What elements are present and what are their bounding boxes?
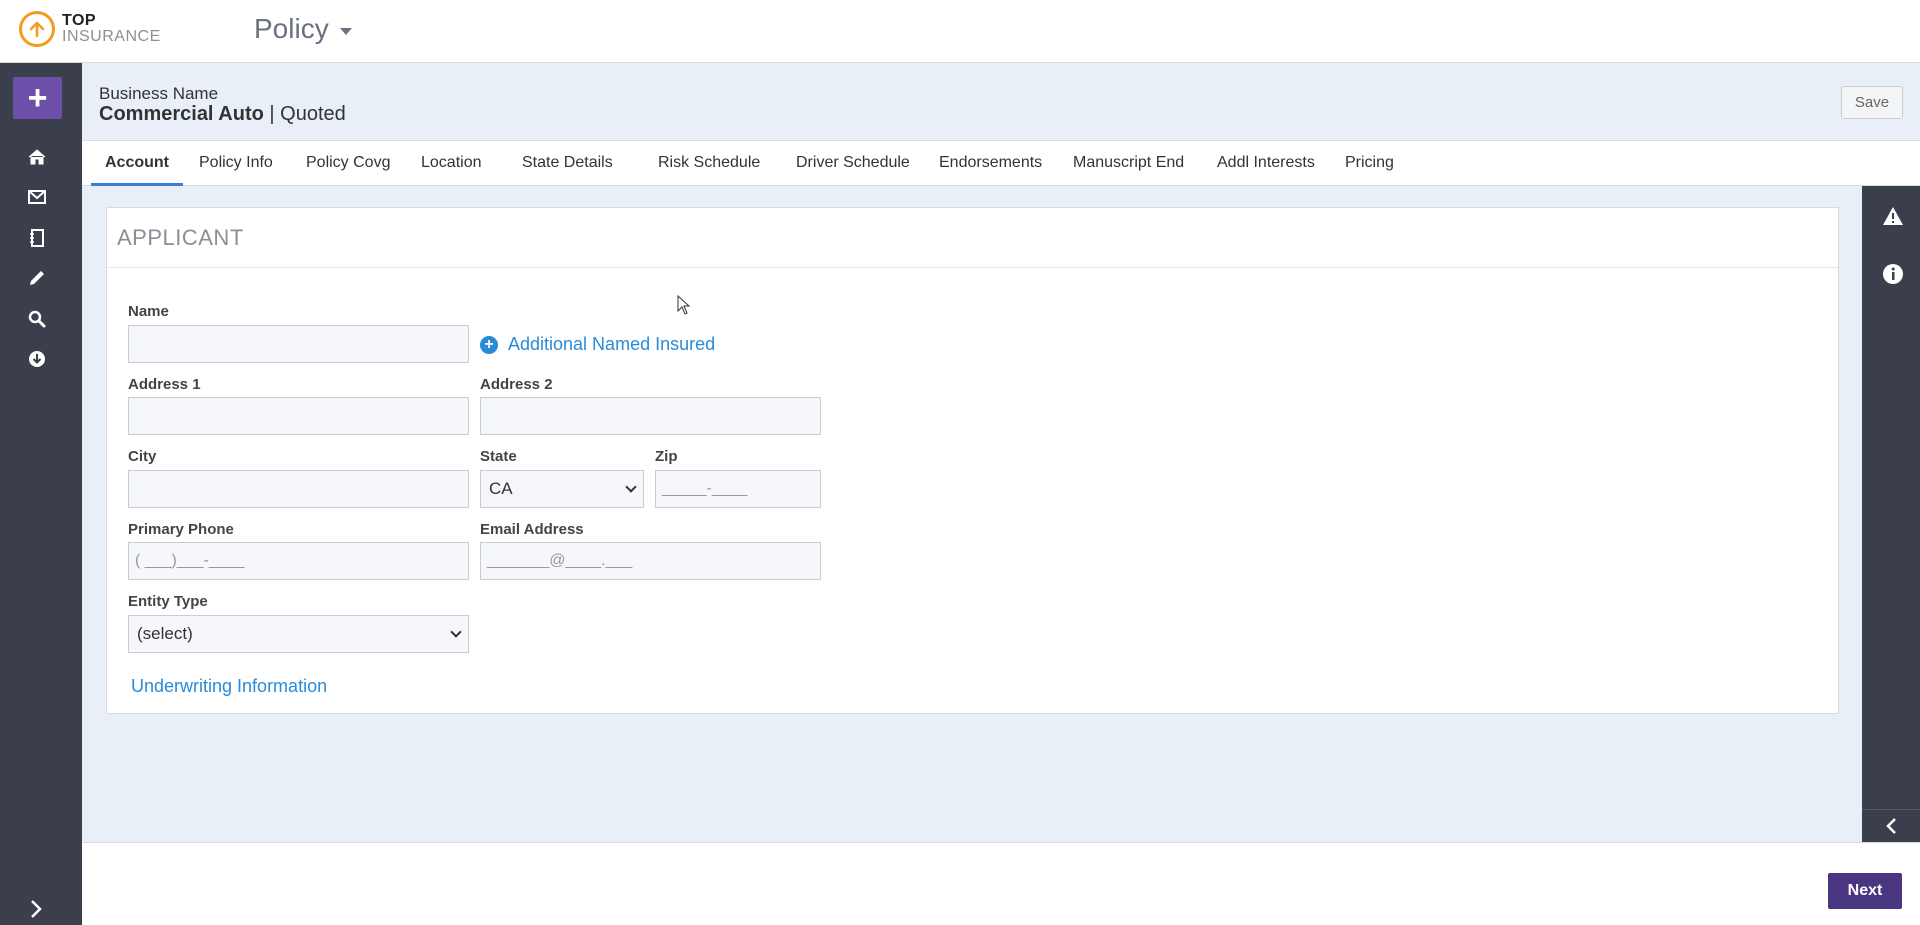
city-label: City bbox=[128, 448, 157, 465]
tab-manuscript-end[interactable]: Manuscript End bbox=[1073, 141, 1184, 186]
tab-endorsements[interactable]: Endorsements bbox=[939, 141, 1042, 186]
state-label: State bbox=[480, 448, 517, 465]
expand-nav-icon[interactable] bbox=[28, 899, 48, 919]
phone-input[interactable]: ( ___)___-____ bbox=[128, 542, 469, 580]
mail-icon[interactable] bbox=[26, 186, 48, 208]
info-icon[interactable] bbox=[1882, 263, 1904, 285]
plus-circle-icon: + bbox=[480, 335, 498, 354]
add-button[interactable]: + bbox=[13, 77, 62, 119]
policy-separator: | bbox=[269, 103, 275, 125]
tab-account[interactable]: Account bbox=[91, 141, 183, 186]
entity-type-select[interactable]: (select) bbox=[128, 615, 469, 653]
tab-driver-schedule[interactable]: Driver Schedule bbox=[796, 141, 910, 186]
tab-policy-covg[interactable]: Policy Covg bbox=[306, 141, 390, 186]
tab-addl-interests[interactable]: Addl Interests bbox=[1217, 141, 1315, 186]
tab-location[interactable]: Location bbox=[421, 141, 482, 186]
chevron-down-icon bbox=[625, 481, 637, 493]
name-input[interactable] bbox=[128, 325, 469, 363]
mouse-cursor-icon bbox=[677, 294, 691, 320]
name-label: Name bbox=[128, 303, 169, 320]
left-nav: + bbox=[0, 63, 82, 925]
entity-type-label: Entity Type bbox=[128, 593, 208, 610]
state-value: CA bbox=[489, 479, 513, 498]
chevron-down-icon bbox=[450, 626, 462, 638]
tab-bar: Account Policy Info Policy Covg Location… bbox=[82, 140, 1920, 186]
pencil-icon[interactable] bbox=[26, 267, 48, 289]
city-input[interactable] bbox=[128, 470, 469, 508]
entity-type-value: (select) bbox=[137, 624, 193, 643]
address1-label: Address 1 bbox=[128, 376, 201, 393]
notebook-icon[interactable] bbox=[26, 227, 48, 249]
additional-named-insured-link[interactable]: + Additional Named Insured bbox=[480, 334, 715, 355]
address2-label: Address 2 bbox=[480, 376, 553, 393]
right-rail bbox=[1862, 186, 1920, 842]
tab-pricing[interactable]: Pricing bbox=[1345, 141, 1394, 186]
address1-input[interactable] bbox=[128, 397, 469, 435]
download-icon[interactable] bbox=[26, 348, 48, 370]
logo-text-top: TOP bbox=[62, 12, 97, 29]
tab-state-details[interactable]: State Details bbox=[522, 141, 613, 186]
collapse-rail-button[interactable] bbox=[1862, 809, 1920, 842]
main-area: Business Name Commercial Auto | Quoted S… bbox=[82, 63, 1920, 842]
email-input[interactable]: _______@____.___ bbox=[480, 542, 821, 580]
zip-label: Zip bbox=[655, 448, 678, 465]
policy-summary: Commercial Auto | Quoted bbox=[99, 103, 346, 126]
logo[interactable]: TOP INSURANCE bbox=[19, 11, 161, 47]
address2-input[interactable] bbox=[480, 397, 821, 435]
warning-icon[interactable] bbox=[1882, 206, 1904, 228]
content-area: APPLICANT Name + Additional Named Insure… bbox=[82, 186, 1862, 842]
tab-policy-info[interactable]: Policy Info bbox=[199, 141, 273, 186]
module-switcher[interactable]: Policy bbox=[254, 13, 352, 45]
state-select[interactable]: CA bbox=[480, 470, 644, 508]
zip-input[interactable]: _____-____ bbox=[655, 470, 821, 508]
panel-divider bbox=[107, 267, 1838, 268]
policy-product: Commercial Auto bbox=[99, 103, 264, 125]
plus-icon: + bbox=[27, 79, 48, 117]
logo-arrow-icon bbox=[19, 11, 55, 47]
business-name: Business Name bbox=[99, 84, 219, 103]
phone-label: Primary Phone bbox=[128, 521, 234, 538]
additional-named-insured-label: Additional Named Insured bbox=[508, 334, 716, 354]
caret-down-icon bbox=[339, 27, 352, 35]
policy-status: Quoted bbox=[280, 103, 346, 125]
logo-text-bottom: INSURANCE bbox=[62, 28, 161, 45]
top-header: TOP INSURANCE Policy bbox=[0, 0, 1920, 63]
panel-title: APPLICANT bbox=[117, 225, 244, 250]
chevron-left-icon bbox=[1886, 818, 1896, 834]
footer: Next bbox=[82, 842, 1920, 925]
underwriting-information-link[interactable]: Underwriting Information bbox=[131, 676, 327, 697]
email-label: Email Address bbox=[480, 521, 584, 538]
save-button[interactable]: Save bbox=[1841, 86, 1903, 119]
search-icon[interactable] bbox=[26, 308, 48, 330]
module-title: Policy bbox=[254, 13, 329, 44]
applicant-panel: APPLICANT Name + Additional Named Insure… bbox=[106, 207, 1839, 714]
next-button[interactable]: Next bbox=[1828, 873, 1902, 909]
tab-risk-schedule[interactable]: Risk Schedule bbox=[658, 141, 760, 186]
policy-header: Business Name Commercial Auto | Quoted S… bbox=[82, 63, 1920, 140]
home-icon[interactable] bbox=[26, 146, 48, 168]
